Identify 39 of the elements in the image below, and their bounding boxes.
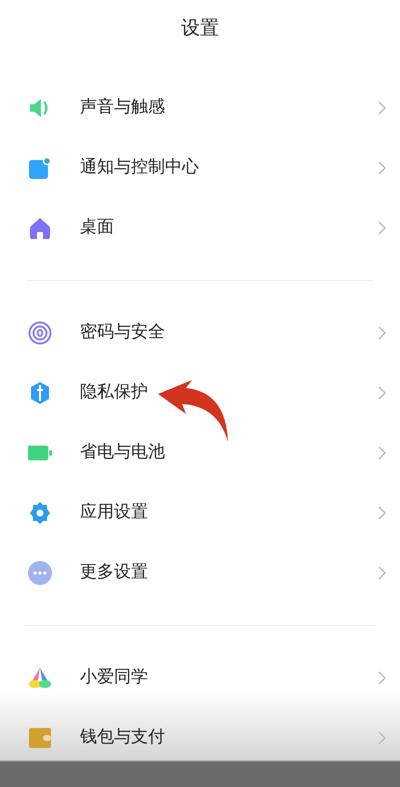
chevron-right-icon: [378, 506, 386, 520]
settings-item[interactable]: 小爱同学: [0, 648, 400, 708]
item-label: 小爱同学: [80, 666, 149, 690]
notification-icon: [29, 157, 51, 179]
settings-item[interactable]: 省电与电池: [0, 423, 400, 483]
item-label: 钱包与支付: [80, 726, 166, 750]
wallet-icon: [29, 728, 51, 748]
settings-item[interactable]: 钱包与支付: [0, 708, 400, 768]
item-label: 密码与安全: [80, 321, 166, 344]
settings-item[interactable]: 声音与触感: [0, 78, 400, 138]
chevron-right-icon: [378, 566, 386, 580]
shield-icon: [29, 381, 51, 405]
settings-item[interactable]: 应用设置: [0, 483, 400, 543]
item-label: 更多设置: [80, 561, 149, 584]
item-label: 隐私保护: [80, 381, 149, 404]
chevron-right-icon: [378, 671, 386, 685]
settings-item[interactable]: 密码与安全: [0, 303, 400, 363]
item-label: 应用设置: [80, 501, 149, 524]
item-label: 通知与控制中心: [80, 156, 200, 180]
chevron-right-icon: [378, 161, 386, 175]
chevron-right-icon: [378, 221, 386, 235]
chevron-right-icon: [378, 386, 386, 400]
battery-icon: [28, 445, 52, 461]
item-label: 声音与触感: [80, 96, 166, 120]
fingerprint-icon: [28, 321, 52, 345]
settings-item[interactable]: 通知与控制中心: [0, 138, 400, 198]
chevron-right-icon: [378, 446, 386, 460]
page-title: 设置: [181, 16, 219, 41]
chevron-right-icon: [378, 731, 386, 745]
settings-item[interactable]: 更多设置: [0, 543, 400, 603]
item-label: 桌面: [80, 216, 115, 240]
home-icon: [29, 217, 51, 239]
settings-item[interactable]: 桌面: [0, 198, 400, 258]
settings-icon: [28, 501, 52, 525]
chevron-right-icon: [378, 101, 386, 115]
assistant-logo-icon: [28, 667, 52, 689]
more-icon: [28, 561, 52, 585]
chevron-right-icon: [378, 326, 386, 340]
item-label: 省电与电池: [80, 441, 166, 464]
